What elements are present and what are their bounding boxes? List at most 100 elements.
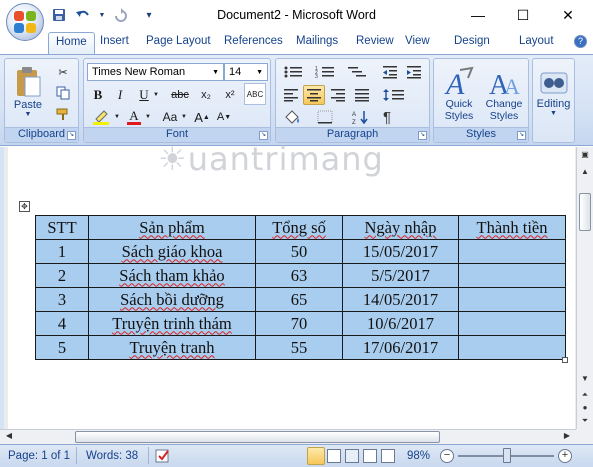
outline-view-icon[interactable] [363, 449, 377, 463]
copy-icon[interactable] [53, 84, 73, 102]
table-cell[interactable]: 10/6/2017 [342, 311, 459, 336]
underline-dropdown-icon[interactable]: ▼ [152, 88, 160, 102]
header-amount[interactable]: Thành tiền [458, 215, 566, 240]
quick-styles-button[interactable]: A Quick Styles [437, 62, 481, 126]
tab-review[interactable]: Review [356, 35, 394, 47]
table-cell[interactable]: 5 [35, 335, 89, 360]
table-cell[interactable]: 70 [255, 311, 343, 336]
multilevel-list-icon[interactable] [344, 63, 370, 81]
shading-icon[interactable] [280, 108, 306, 126]
page-count[interactable]: Page: 1 of 1 [8, 450, 70, 462]
proofing-icon[interactable] [155, 448, 173, 467]
scroll-right-icon[interactable]: ▶ [561, 431, 573, 443]
font-name-select[interactable]: Times New Roman ▼ [87, 63, 224, 81]
paragraph-launcher-icon[interactable]: ↘ [418, 131, 427, 140]
bullets-icon[interactable] [280, 63, 306, 81]
show-formatting-icon[interactable]: ¶ [376, 108, 398, 126]
table-cell[interactable]: 3 [35, 287, 89, 312]
table-cell[interactable]: 15/05/2017 [342, 239, 459, 264]
align-left-icon[interactable] [280, 85, 302, 105]
header-product[interactable]: Sản phẩm [88, 215, 256, 240]
table-cell[interactable]: 55 [255, 335, 343, 360]
tab-mailings[interactable]: Mailings [296, 35, 338, 47]
superscript-button[interactable]: x² [220, 86, 240, 104]
numbering-icon[interactable]: 123 [312, 63, 338, 81]
table-cell[interactable] [458, 311, 566, 336]
previous-page-icon[interactable]: ⏶ [579, 390, 591, 402]
highlight-dropdown-icon[interactable]: ▼ [113, 110, 121, 124]
subscript-button[interactable]: x₂ [196, 86, 216, 104]
full-screen-reading-icon[interactable] [327, 449, 341, 463]
zoom-in-icon[interactable]: + [558, 449, 572, 463]
table-cell[interactable]: 2 [35, 263, 89, 288]
decrease-indent-icon[interactable] [380, 63, 400, 81]
print-layout-view-icon[interactable] [307, 447, 325, 465]
select-browse-object-icon[interactable]: ● [579, 403, 591, 415]
draft-view-icon[interactable] [381, 449, 395, 463]
table-move-handle-icon[interactable]: ✥ [19, 201, 30, 212]
close-button[interactable]: ✕ [548, 0, 588, 30]
horizontal-scroll-thumb[interactable] [75, 431, 440, 443]
tab-layout[interactable]: Layout [519, 35, 554, 47]
table-cell[interactable]: 63 [255, 263, 343, 288]
italic-button[interactable]: I [112, 86, 128, 104]
table-cell[interactable]: Truyện trinh thám [88, 311, 256, 336]
table-cell[interactable]: 17/06/2017 [342, 335, 459, 360]
table-cell[interactable]: 1 [35, 239, 89, 264]
table-cell[interactable]: Sách bồi dưỡng [88, 287, 256, 312]
format-painter-icon[interactable] [53, 105, 73, 123]
vertical-scrollbar[interactable]: ▣ ▲ ▼ ⏶ ● ⏷ [576, 147, 593, 430]
zoom-level[interactable]: 98% [407, 450, 430, 462]
table-resize-handle[interactable] [562, 357, 568, 363]
table-cell[interactable]: Truyện tranh [88, 335, 256, 360]
sort-icon[interactable]: AZ [350, 108, 372, 126]
font-launcher-icon[interactable]: ↘ [259, 131, 268, 140]
table-cell[interactable]: 65 [255, 287, 343, 312]
paste-button[interactable]: Paste ▼ [8, 61, 48, 123]
bold-button[interactable]: B [90, 86, 106, 104]
scroll-left-icon[interactable]: ◀ [3, 431, 15, 443]
table-cell[interactable]: Sách giáo khoa [88, 239, 256, 264]
tab-home[interactable]: Home [48, 32, 95, 55]
borders-icon[interactable] [312, 108, 338, 126]
cut-icon[interactable]: ✂ [53, 63, 73, 81]
horizontal-scrollbar[interactable]: ◀ ▶ [0, 429, 576, 444]
table-cell[interactable]: 50 [255, 239, 343, 264]
font-color-icon[interactable]: A [124, 107, 144, 127]
vertical-scroll-thumb[interactable] [579, 193, 591, 231]
styles-launcher-icon[interactable]: ↘ [517, 131, 526, 140]
scroll-up-icon[interactable]: ▲ [579, 167, 591, 179]
table-cell[interactable] [458, 335, 566, 360]
zoom-slider-thumb[interactable] [503, 448, 511, 463]
shrink-font-button[interactable]: A ▼ [214, 108, 234, 126]
header-total[interactable]: Tổng số [255, 215, 343, 240]
next-page-icon[interactable]: ⏷ [579, 416, 591, 428]
clear-formatting-button[interactable]: ABC [244, 83, 266, 105]
table-cell[interactable]: Sách tham khảo [88, 263, 256, 288]
tab-page-layout[interactable]: Page Layout [146, 35, 211, 47]
table-cell[interactable]: 5/5/2017 [342, 263, 459, 288]
strikethrough-button[interactable]: abc [168, 86, 192, 104]
word-count[interactable]: Words: 38 [86, 450, 138, 462]
clipboard-launcher-icon[interactable]: ↘ [67, 131, 76, 140]
align-right-icon[interactable] [327, 85, 349, 105]
line-spacing-icon[interactable] [380, 85, 408, 105]
highlight-icon[interactable] [89, 108, 113, 126]
change-case-button[interactable]: Aa [158, 108, 182, 126]
web-layout-icon[interactable] [345, 449, 359, 463]
change-styles-button[interactable]: AA Change Styles [481, 62, 527, 126]
table-cell[interactable]: 4 [35, 311, 89, 336]
font-color-dropdown-icon[interactable]: ▼ [144, 110, 152, 124]
table-cell[interactable] [458, 239, 566, 264]
zoom-out-icon[interactable]: − [440, 449, 454, 463]
maximize-button[interactable]: ☐ [503, 0, 543, 30]
font-size-select[interactable]: 14 ▼ [224, 63, 268, 81]
grow-font-button[interactable]: A ▲ [192, 108, 212, 126]
table-cell[interactable]: 14/05/2017 [342, 287, 459, 312]
underline-button[interactable]: U [136, 86, 152, 104]
justify-icon[interactable] [351, 85, 373, 105]
help-icon[interactable]: ? [574, 35, 587, 48]
ruler-toggle-icon[interactable]: ▣ [579, 150, 591, 162]
tab-references[interactable]: References [224, 35, 283, 47]
document-page[interactable]: ☀uantrimang ✥ STT Sản phẩm Tổng số Ngày … [8, 140, 575, 429]
